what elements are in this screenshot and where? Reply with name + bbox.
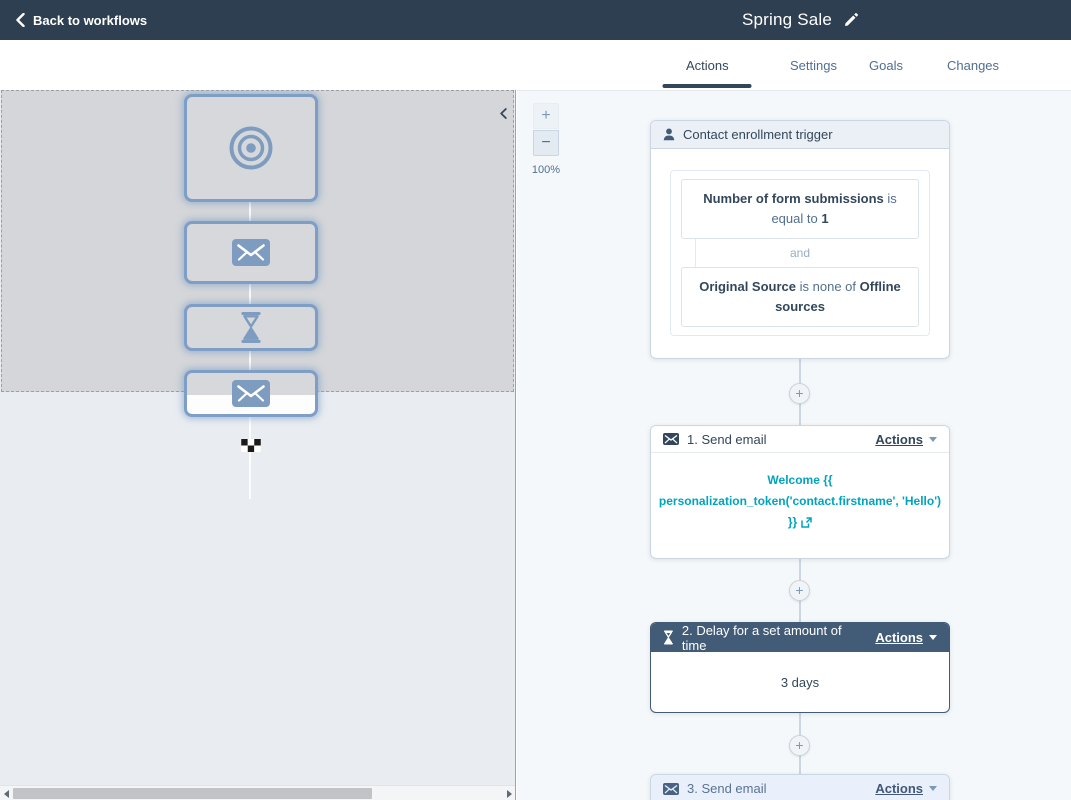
caret-down-icon <box>929 635 937 640</box>
trigger-condition-1: Number of form submissions is equal to 1 <box>681 179 919 239</box>
add-action-button[interactable]: + <box>789 383 810 404</box>
step-3-actions-menu[interactable]: Actions <box>875 781 937 796</box>
minimap-node-send-email-1[interactable] <box>184 221 318 284</box>
add-action-button[interactable]: + <box>789 735 810 756</box>
toolbar: Actions Settings Goals Changes Alerts De… <box>0 40 1071 119</box>
tab-changes-label: Changes <box>947 57 1000 73</box>
condition-logic-row: and <box>681 239 919 267</box>
target-icon <box>229 126 273 170</box>
tab-settings[interactable]: Settings <box>790 40 837 90</box>
condition-property: Original Source <box>699 279 797 294</box>
external-link-icon <box>801 517 812 528</box>
minimap-node-delay[interactable] <box>184 304 318 351</box>
hourglass-icon <box>241 312 261 343</box>
trigger-card-title: Contact enrollment trigger <box>683 127 833 142</box>
logic-operator-label: and <box>789 246 811 260</box>
envelope-icon <box>232 239 270 266</box>
step-3-header: 3. Send email Actions <box>651 775 949 800</box>
step-1-send-email-card[interactable]: 1. Send email Actions Welcome {{ persona… <box>650 425 950 559</box>
step-1-title: 1. Send email <box>687 431 767 447</box>
step-1-header: 1. Send email Actions <box>651 426 949 453</box>
scroll-left-arrow[interactable] <box>4 790 9 798</box>
step-3-send-email-card[interactable]: 3. Send email Actions <box>650 774 950 800</box>
tab-changes[interactable]: Changes <box>947 40 999 90</box>
zoom-out-button[interactable]: − <box>533 130 559 156</box>
envelope-icon <box>232 380 270 407</box>
actions-label: Actions <box>875 781 923 796</box>
tab-actions-label: Actions <box>686 57 729 73</box>
minimap-panel <box>0 90 516 800</box>
add-action-button[interactable]: + <box>789 580 810 601</box>
workflow-title: Spring Sale <box>741 10 833 29</box>
actions-label: Actions <box>875 630 923 645</box>
condition-connector-stub <box>695 239 696 267</box>
scrollbar-thumb[interactable] <box>13 788 372 799</box>
collapse-minimap-button[interactable] <box>500 106 507 124</box>
minimap-node-send-email-2[interactable] <box>184 370 318 417</box>
minimap-node-trigger[interactable] <box>184 94 318 202</box>
contact-person-icon <box>663 128 675 141</box>
envelope-icon <box>663 433 679 445</box>
step-3-title: 3. Send email <box>687 781 767 796</box>
chevron-left-icon <box>16 13 25 27</box>
envelope-icon <box>663 782 679 795</box>
actions-label: Actions <box>875 431 923 447</box>
trigger-condition-2: Original Source is none of Offline sourc… <box>681 267 919 327</box>
checkered-flag-icon <box>241 439 261 457</box>
step-2-header: 2. Delay for a set amount of time Action… <box>651 622 949 653</box>
step-2-actions-menu[interactable]: Actions <box>875 630 937 645</box>
delay-duration: 3 days <box>780 675 820 690</box>
condition-operator: is none of <box>796 279 860 294</box>
zoom-level: 100% <box>531 164 561 176</box>
workflow-canvas: + − 100% Contact enrollment trigger Numb… <box>517 90 1071 800</box>
tab-bar: Actions Settings Goals Changes <box>0 40 1071 90</box>
step-2-delay-card[interactable]: 2. Delay for a set amount of time Action… <box>650 622 950 713</box>
email-link-text: Welcome {{ personalization_token('contac… <box>658 473 942 529</box>
top-bar: Back to workflows Spring Sale <box>0 0 1071 40</box>
tab-actions[interactable]: Actions <box>662 40 752 90</box>
horizontal-scrollbar <box>0 785 515 800</box>
tab-goals-label: Goals <box>869 57 903 73</box>
workflow-title-group: Spring Sale <box>660 0 940 40</box>
chevron-left-icon <box>500 108 507 119</box>
edit-pencil-icon[interactable] <box>844 13 858 27</box>
tab-goals[interactable]: Goals <box>869 40 903 90</box>
back-label: Back to workflows <box>33 12 148 28</box>
scroll-right-arrow[interactable] <box>507 790 512 798</box>
email-name-link[interactable]: Welcome {{ personalization_token('contac… <box>651 453 949 533</box>
zoom-in-button[interactable]: + <box>533 103 559 129</box>
condition-property: Number of form submissions <box>703 191 884 206</box>
step-1-actions-menu[interactable]: Actions <box>875 432 937 447</box>
trigger-card-header: Contact enrollment trigger <box>651 121 949 149</box>
active-tab-underline <box>662 84 752 88</box>
caret-down-icon <box>929 436 937 442</box>
back-to-workflows-link[interactable]: Back to workflows <box>16 0 147 40</box>
hourglass-icon <box>664 630 673 645</box>
enrollment-trigger-card[interactable]: Contact enrollment trigger Number of for… <box>650 120 950 359</box>
caret-down-icon <box>929 786 937 791</box>
trigger-conditions-group: Number of form submissions is equal to 1… <box>670 170 930 336</box>
tab-settings-label: Settings <box>790 57 837 73</box>
step-2-title: 2. Delay for a set amount of time <box>681 622 842 653</box>
condition-value: 1 <box>821 211 829 226</box>
